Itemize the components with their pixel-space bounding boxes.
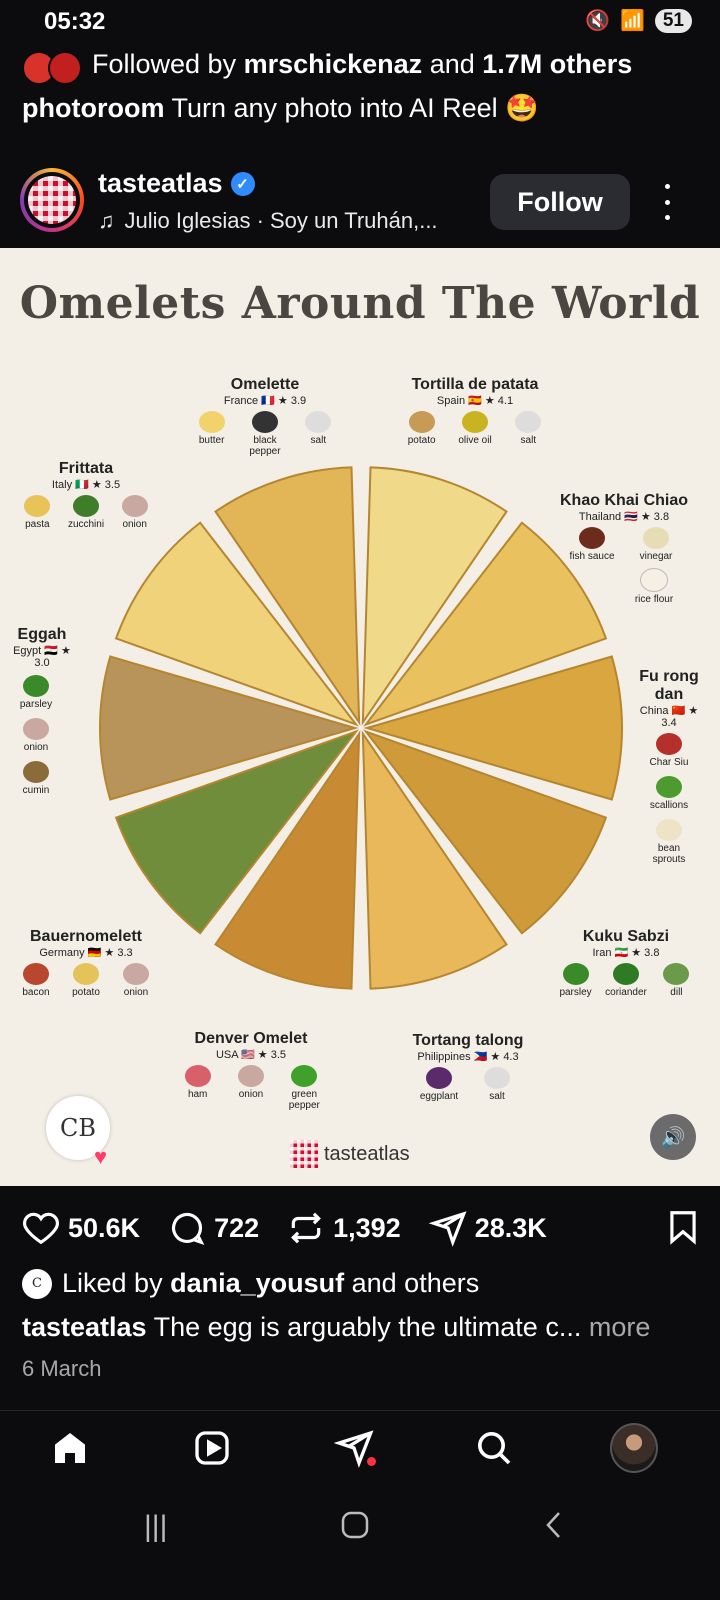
send-icon bbox=[428, 1211, 467, 1247]
wifi-icon: 📶 bbox=[619, 10, 645, 32]
divider bbox=[0, 1410, 720, 1411]
follower-avatars bbox=[22, 50, 86, 85]
comments-count[interactable]: 722 bbox=[214, 1213, 259, 1244]
share-button[interactable]: 28.3K bbox=[428, 1209, 547, 1247]
comment-button[interactable]: 722 bbox=[168, 1209, 259, 1247]
recents-icon[interactable]: ||| bbox=[144, 1510, 167, 1544]
checkered-logo-icon bbox=[290, 1140, 318, 1168]
dish-frittata: Frittata Italy 🇮🇹 ★ 3.5 pasta zucchini onio… bbox=[24, 460, 148, 530]
post-date: 6 March bbox=[22, 1356, 102, 1381]
music-note-icon: ♫ bbox=[98, 208, 115, 233]
verified-badge-icon: ✓ bbox=[230, 171, 255, 196]
brand-logo: tasteatlas bbox=[290, 1140, 410, 1168]
nav-reels[interactable] bbox=[188, 1424, 236, 1472]
username-text[interactable]: tasteatlas bbox=[98, 168, 223, 199]
reposts-count[interactable]: 1,392 bbox=[333, 1213, 401, 1244]
liked-suffix: and others bbox=[344, 1268, 480, 1298]
liked-by-line[interactable]: C Liked by dania_yousuf and others bbox=[22, 1268, 479, 1299]
dish-tortilla-de-patata: Tortilla de patata Spain 🇪🇸 ★ 4.1 potato o… bbox=[400, 376, 550, 446]
dish-bauernomelett: Bauernomelett Germany 🇩🇪 ★ 3.3 bacon potat… bbox=[22, 928, 149, 998]
account-avatar[interactable] bbox=[20, 168, 84, 232]
caption[interactable]: tasteatlas The egg is arguably the ultim… bbox=[22, 1312, 650, 1343]
battery-indicator: 51 bbox=[654, 8, 692, 33]
reels-icon bbox=[195, 1431, 229, 1465]
nav-send[interactable] bbox=[330, 1424, 378, 1472]
search-icon bbox=[478, 1432, 511, 1465]
nav-search[interactable] bbox=[470, 1424, 518, 1472]
caption-text: The egg is arguably the ultimate c... bbox=[146, 1312, 582, 1342]
nav-profile[interactable] bbox=[610, 1423, 658, 1473]
followers-count[interactable]: 1.7M others bbox=[482, 49, 632, 79]
notification-dot bbox=[367, 1457, 376, 1466]
followed-prefix: Followed by bbox=[92, 49, 244, 79]
back-icon[interactable] bbox=[544, 1510, 564, 1548]
liker-username[interactable]: dania_yousuf bbox=[170, 1268, 344, 1298]
home-circle-icon[interactable] bbox=[340, 1510, 370, 1548]
dish-khao-khai-chiao: Khao Khai Chiao Thailand 🇹🇭 ★ 3.8 fish sa… bbox=[560, 492, 689, 605]
followed-middle: and bbox=[422, 49, 483, 79]
dish-omelette: Omelette France 🇫🇷 ★ 3.9 butter black pepp… bbox=[190, 376, 340, 457]
status-time: 05:32 bbox=[44, 8, 106, 35]
volume-icon[interactable]: 🔊 bbox=[650, 1114, 696, 1160]
post-username[interactable]: tasteatlas ✓ bbox=[98, 168, 255, 199]
dish-fu-rong-dan: Fu rong dan China 🇨🇳 ★ 3.4 Char Siu scall… bbox=[639, 668, 699, 865]
repost-button[interactable]: 1,392 bbox=[287, 1209, 401, 1247]
post-image[interactable]: Omelets Around The World Omelette France … bbox=[0, 248, 720, 1186]
heart-emoji-icon: ♥ bbox=[94, 1144, 108, 1169]
ad-account[interactable]: photoroom bbox=[22, 93, 164, 123]
shares-count[interactable]: 28.3K bbox=[475, 1213, 547, 1244]
profile-avatar bbox=[610, 1423, 658, 1473]
heart-icon bbox=[23, 1212, 59, 1245]
mute-icon: 🔇 bbox=[585, 10, 610, 32]
dish-kuku-sabzi: Kuku Sabzi Iran 🇮🇷 ★ 3.8 parsley coriander… bbox=[556, 928, 696, 998]
followed-by-line[interactable]: Followed by mrschickenaz and 1.7M others… bbox=[22, 42, 700, 130]
caption-more-link[interactable]: more bbox=[581, 1312, 651, 1342]
nav-home[interactable] bbox=[46, 1424, 94, 1472]
follow-button[interactable]: Follow bbox=[490, 174, 630, 230]
home-icon bbox=[55, 1433, 85, 1463]
audio-label[interactable]: Julio Iglesias · Soy un Truhán,... bbox=[125, 208, 438, 234]
likes-count[interactable]: 50.6K bbox=[68, 1213, 140, 1244]
bookmark-icon[interactable] bbox=[664, 1208, 702, 1246]
dish-tortang-talong: Tortang talong Philippines 🇵🇭 ★ 4.3 eggpl… bbox=[412, 1032, 524, 1102]
repost-icon bbox=[291, 1212, 322, 1244]
infographic-title: Omelets Around The World bbox=[19, 278, 701, 329]
post-actions: 50.6K 722 1,392 28.3K bbox=[22, 1206, 702, 1250]
caption-username[interactable]: tasteatlas bbox=[22, 1312, 147, 1342]
brand-name: tasteatlas bbox=[324, 1142, 410, 1165]
more-options-icon[interactable] bbox=[655, 180, 679, 224]
status-icons: 🔇 📶 51 bbox=[585, 8, 692, 33]
comment-icon bbox=[172, 1212, 205, 1245]
audio-track[interactable]: ♫ Julio Iglesias · Soy un Truhán,... bbox=[98, 208, 438, 234]
like-button[interactable]: 50.6K bbox=[22, 1209, 140, 1247]
dish-eggah: Eggah Egypt 🇪🇬 ★ 3.0 parsley onion cumin bbox=[13, 626, 71, 796]
omelet-platter bbox=[99, 466, 623, 990]
liker-avatar: C bbox=[22, 1268, 52, 1299]
dish-denver-omelet: Denver Omelet USA 🇺🇸 ★ 3.5 ham onion green … bbox=[176, 1030, 326, 1111]
ad-text: Turn any photo into AI Reel 🤩 bbox=[164, 93, 539, 123]
follower-username[interactable]: mrschickenaz bbox=[244, 49, 423, 79]
liked-prefix: Liked by bbox=[62, 1268, 171, 1298]
